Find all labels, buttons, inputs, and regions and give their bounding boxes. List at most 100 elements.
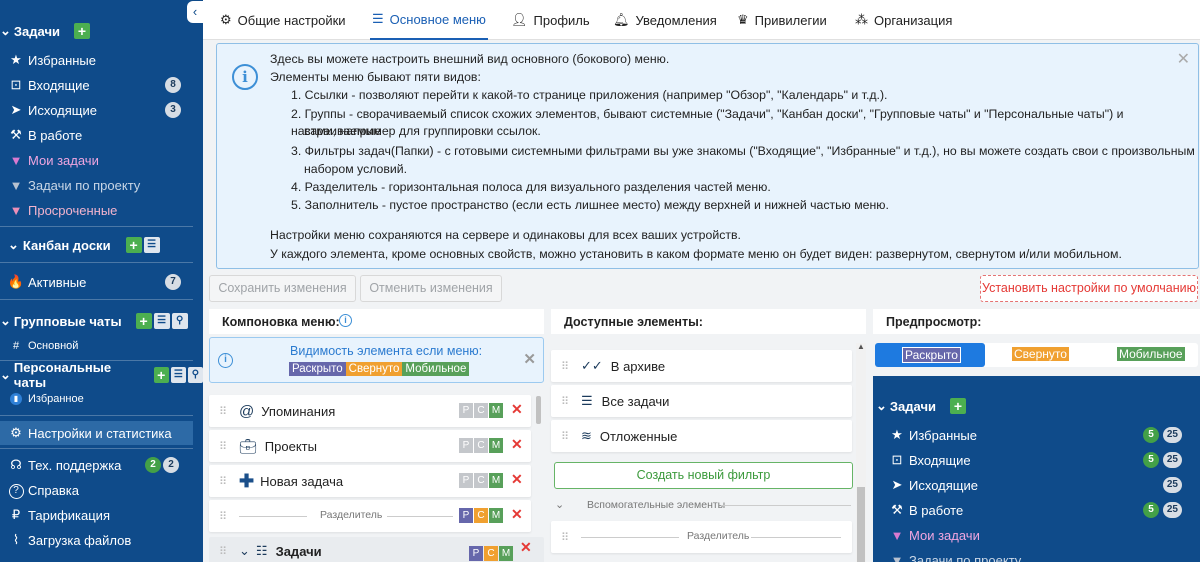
search-icon[interactable]: ⚲ [187, 367, 203, 383]
sidebar-section-tasks[interactable]: ⌄ Задачи + [0, 20, 90, 42]
drag-handle-icon[interactable]: ⠿ [561, 360, 577, 373]
list-item[interactable]: ⠿ Разделитель P C M ✕ [209, 500, 531, 532]
mobile-toggle[interactable]: M [489, 473, 503, 488]
list-item[interactable]: ⠿ ☰ Все задачи [551, 385, 852, 417]
drag-handle-icon[interactable]: ⠿ [561, 395, 577, 408]
mobile-toggle[interactable]: M [489, 508, 503, 523]
collapsed-toggle[interactable]: C [474, 473, 488, 488]
remove-icon[interactable]: ✕ [511, 401, 523, 418]
remove-icon[interactable]: ✕ [520, 539, 532, 556]
tab-privileges[interactable]: ♛ Привилегии [737, 0, 827, 40]
sidebar-item-more[interactable]: ● [0, 552, 193, 562]
drag-handle-icon[interactable]: ⠿ [219, 510, 235, 523]
mobile-toggle[interactable]: M [499, 546, 513, 561]
sidebar-item-label: Задачи по проекту [28, 177, 141, 193]
reset-defaults-button[interactable]: Установить настройки по умолчанию [980, 275, 1198, 302]
collapsed-toggle[interactable]: C [484, 546, 498, 561]
chevron-down-icon[interactable]: ⌄ [239, 543, 250, 559]
info-icon[interactable]: i [339, 314, 352, 327]
preview-mode-collapsed[interactable]: Свернуто [1012, 347, 1069, 361]
active-count-badge: 7 [165, 274, 181, 290]
filter-label: В архиве [610, 358, 666, 374]
drag-handle-icon[interactable]: ⠿ [219, 475, 235, 488]
add-chat-icon[interactable]: + [135, 313, 152, 329]
expanded-toggle[interactable]: P [459, 473, 473, 488]
mobile-toggle[interactable]: M [489, 403, 503, 418]
sidebar-item-uploads[interactable]: ⌇ Загрузка файлов [0, 528, 193, 552]
tab-notifications[interactable]: 🔔︎ Уведомления [613, 0, 717, 40]
separator-line [751, 537, 841, 538]
sidebar-item-billing[interactable]: ₽ Тарификация [0, 503, 193, 527]
cancel-button[interactable]: Отменить изменения [360, 275, 502, 302]
list-item[interactable]: ⠿ 💼︎ Проекты P C M ✕ [209, 430, 531, 462]
collapsed-toggle[interactable]: C [474, 403, 488, 418]
org-icon: ⁂ [855, 12, 868, 27]
sidebar-item-favorites[interactable]: ★ Избранные [0, 48, 193, 72]
close-icon[interactable]: ✕ [1177, 49, 1190, 69]
menu-item-label: Проекты [264, 438, 317, 454]
tab-organization[interactable]: ⁂ Организация [855, 0, 952, 40]
sidebar-item-settings[interactable]: ⚙ Настройки и статистика [0, 421, 193, 445]
sidebar-section-kanban[interactable]: ⌄ Канбан доски + ☰ [0, 234, 160, 256]
list-item[interactable]: ⠿ Разделитель [551, 521, 852, 553]
sidebar-item-in-progress[interactable]: ⚒ В работе [0, 123, 193, 147]
expanded-toggle[interactable]: P [459, 438, 473, 453]
list-icon[interactable]: ☰ [153, 313, 170, 329]
list-item[interactable]: ⠿ ✚ Новая задача P C M ✕ [209, 465, 531, 497]
list-item-group[interactable]: ⠿ ⌄ ☷ Задачи P C M ✕ [209, 537, 544, 562]
remove-icon[interactable]: ✕ [511, 471, 523, 488]
expanded-toggle[interactable]: P [469, 546, 483, 561]
list-item[interactable]: ⠿ @ Упоминания P C M ✕ [209, 395, 531, 427]
chevron-down-icon: ⌄ [0, 313, 11, 328]
sidebar-item-my-tasks[interactable]: ▼ Мои задачи [0, 148, 193, 172]
add-task-icon[interactable]: + [73, 23, 90, 39]
drag-handle-icon[interactable]: ⠿ [561, 531, 577, 544]
sidebar-item-active[interactable]: 🔥 Активные 7 [0, 270, 193, 294]
list-icon[interactable]: ☰ [170, 367, 186, 383]
drag-handle-icon[interactable]: ⠿ [219, 405, 235, 418]
sidebar-item-inbox[interactable]: ⊡ Входящие 8 [0, 73, 193, 97]
collapse-sidebar-button[interactable]: ‹ [187, 1, 203, 23]
drag-handle-icon[interactable]: ⠿ [561, 430, 577, 443]
remove-icon[interactable]: ✕ [511, 506, 523, 523]
preview-mode-mobile[interactable]: Мобильное [1117, 347, 1185, 361]
expanded-toggle[interactable]: P [459, 403, 473, 418]
search-icon[interactable]: ⚲ [171, 313, 188, 329]
list-icon[interactable]: ☰ [143, 237, 160, 253]
remove-icon[interactable]: ✕ [511, 436, 523, 453]
tab-general[interactable]: ⚙ Общие настройки [220, 0, 346, 40]
tab-main-menu[interactable]: ☰ Основное меню [370, 0, 488, 40]
sidebar-item-favorite-chat[interactable]: ▮ Избранное [0, 387, 193, 411]
close-icon[interactable]: ✕ [523, 350, 536, 368]
sidebar-item-outgoing[interactable]: ➤ Исходящие 3 [0, 98, 193, 122]
add-board-icon[interactable]: + [125, 237, 142, 253]
create-filter-button[interactable]: Создать новый фильтр [554, 462, 853, 489]
mobile-toggle[interactable]: M [489, 438, 503, 453]
list-item[interactable]: ⠿ ≋ Отложенные [551, 420, 852, 452]
drag-handle-icon[interactable]: ⠿ [219, 440, 235, 453]
sidebar-item-overdue[interactable]: ▼ Просроченные [0, 198, 193, 222]
chevron-down-icon[interactable]: ⌄ [555, 498, 564, 511]
sidebar-item-label: Тех. поддержка [28, 457, 122, 473]
scroll-up-icon[interactable]: ▲ [857, 342, 865, 351]
sidebar-item-main-chat[interactable]: # Основной [0, 334, 193, 358]
scrollbar-thumb[interactable] [857, 487, 865, 562]
send-icon: ➤ [10, 102, 22, 117]
sidebar-section-group-chats[interactable]: ⌄ Групповые чаты + ☰ ⚲ [0, 310, 188, 332]
tab-profile[interactable]: 👤︎ Профиль [511, 0, 590, 40]
add-chat-icon[interactable]: + [153, 367, 169, 383]
collapsed-toggle[interactable]: C [474, 508, 488, 523]
collapsed-toggle[interactable]: C [474, 438, 488, 453]
expanded-toggle[interactable]: P [459, 508, 473, 523]
sidebar-item-help[interactable]: ? Справка [0, 478, 193, 502]
sidebar-item-label: Входящие [28, 77, 90, 93]
list-item[interactable]: ⠿ ✓✓ В архиве [551, 350, 852, 382]
preview-mode-expanded[interactable]: Раскрыто [875, 343, 985, 367]
support-count-badge: 2 [163, 457, 179, 473]
sidebar-item-project-tasks[interactable]: ▼ Задачи по проекту [0, 173, 193, 197]
sidebar-section-personal-chats[interactable]: ⌄ Персональные чаты + ☰ ⚲ [0, 360, 203, 390]
sidebar-item-support[interactable]: ☊ Тех. поддержка 2 2 [0, 453, 193, 477]
drag-handle-icon[interactable]: ⠿ [219, 545, 235, 558]
save-button[interactable]: Сохранить изменения [209, 275, 356, 302]
scrollbar[interactable] [536, 396, 541, 424]
